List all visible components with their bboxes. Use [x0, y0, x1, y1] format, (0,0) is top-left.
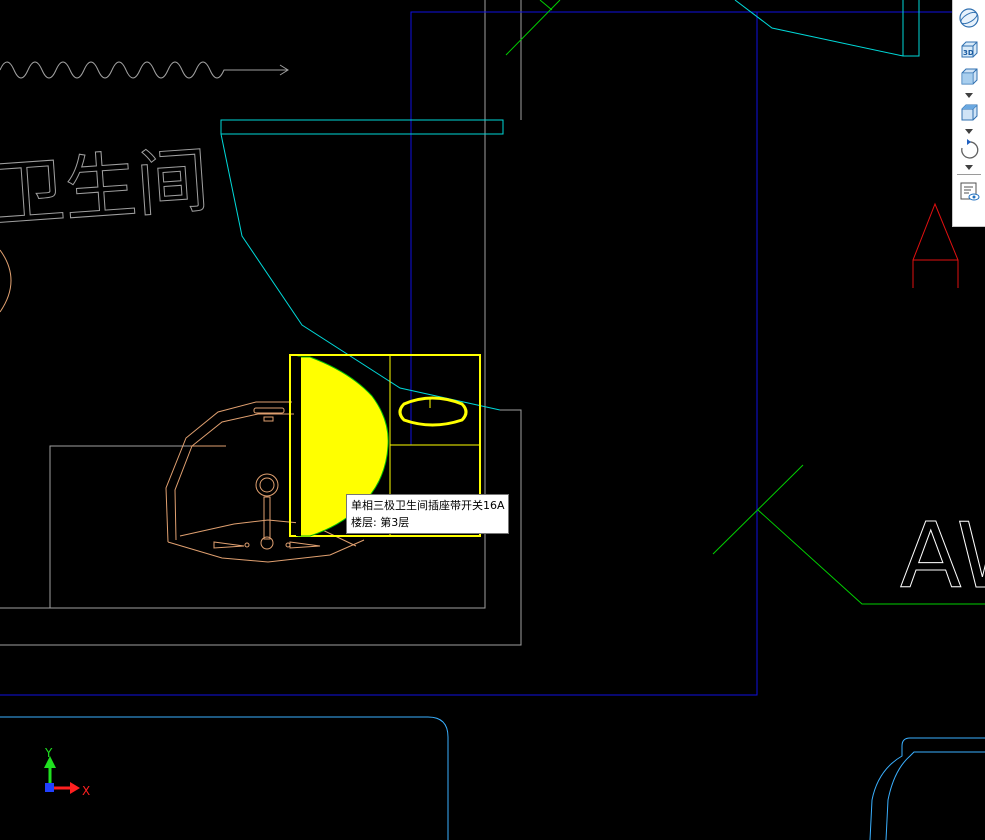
cad-viewport[interactable]: 卫生间 A Y X 3D 单相三极卫生间插座带开关16A 楼层: 第3层	[0, 0, 985, 840]
rotate-button[interactable]	[954, 136, 984, 162]
wavy-arrow-line	[0, 61, 289, 79]
chevron-down-icon	[965, 92, 973, 98]
view-3d-button[interactable]: 3D	[954, 36, 984, 64]
side-text: AW	[900, 504, 985, 609]
tooltip-object-name: 单相三极卫生间插座带开关16A	[351, 499, 505, 512]
orbit-sphere-icon	[959, 8, 979, 28]
toilet-fixture	[220, 0, 920, 411]
object-tooltip: 单相三极卫生间插座带开关16A 楼层: 第3层	[346, 494, 509, 534]
chevron-down-icon	[965, 164, 973, 170]
orbit-sphere-button[interactable]	[954, 0, 984, 36]
drawing-canvas[interactable]: 卫生间 A Y X	[0, 0, 985, 840]
ucs-x-label: X	[82, 784, 90, 798]
view-cube-dropdown[interactable]	[954, 90, 984, 100]
layer-properties-button[interactable]	[954, 177, 984, 205]
ucs-axis-icon: Y X	[44, 746, 90, 798]
door-arc	[0, 249, 12, 313]
view-cube-2-dropdown[interactable]	[954, 126, 984, 136]
rotate-dropdown[interactable]	[954, 162, 984, 172]
bottom-furniture-outline	[0, 716, 985, 840]
view-cube-icon	[961, 68, 978, 85]
toolbar-divider	[957, 174, 981, 175]
ucs-y-label: Y	[44, 746, 53, 760]
wall-lines	[0, 0, 522, 646]
tooltip-floor: 楼层: 第3层	[351, 516, 410, 529]
view-cube-2-icon	[961, 104, 978, 121]
view-toolbar: 3D	[952, 0, 985, 227]
room-label: 卫生间	[0, 138, 211, 237]
view-cube-2-button[interactable]	[954, 100, 984, 126]
layer-properties-icon	[960, 182, 980, 201]
rotate-icon	[961, 139, 979, 159]
view-3d-label: 3D	[963, 49, 974, 57]
view-3d-icon: 3D	[961, 41, 978, 58]
chevron-down-icon	[965, 128, 973, 134]
blue-boundary	[0, 11, 985, 696]
view-cube-button[interactable]	[954, 64, 984, 90]
